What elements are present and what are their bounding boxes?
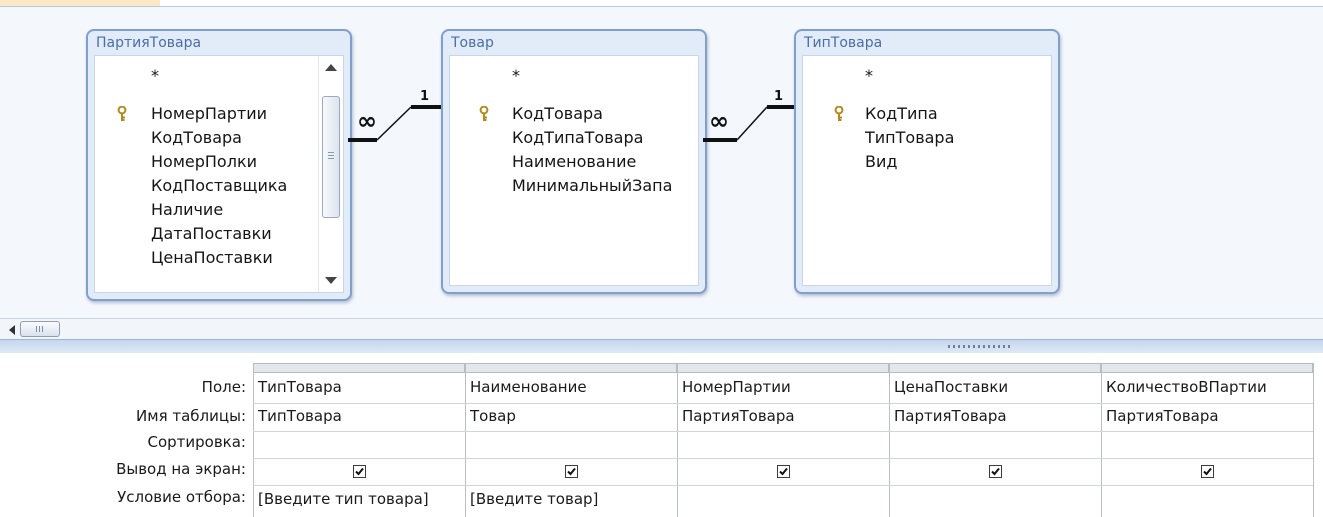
sort-cell[interactable] [894, 434, 1094, 454]
relationship-one-label: 1 [774, 89, 783, 104]
row-label-show: Вывод на экран: [116, 460, 246, 478]
checkmark-icon [1203, 467, 1212, 476]
table-cell[interactable]: ТипТовара [258, 407, 342, 425]
checkmark-icon [991, 467, 1000, 476]
checkmark-icon [779, 467, 788, 476]
checkmark-icon [355, 467, 364, 476]
checkmark-icon [567, 467, 576, 476]
column-selector[interactable] [1101, 363, 1313, 373]
grid-line [889, 363, 890, 517]
sort-cell[interactable] [1106, 434, 1306, 454]
field-cell[interactable]: ЦенаПоставки [894, 378, 1008, 396]
show-checkbox[interactable] [777, 465, 790, 478]
table-cell[interactable]: Товар [470, 407, 516, 425]
sort-cell[interactable] [470, 434, 670, 454]
row-label-sort: Сортировка: [147, 433, 246, 451]
grid-line [253, 363, 254, 517]
row-label-table: Имя таблицы: [136, 407, 246, 425]
column-selector[interactable] [677, 363, 889, 373]
row-label-criteria: Условие отбора: [117, 488, 246, 506]
relationship-partiya-tovar[interactable]: ∞ 1 [348, 89, 441, 142]
grid-line [253, 485, 1313, 486]
field-cell[interactable]: КоличествоВПартии [1106, 378, 1267, 396]
relationship-tovar-tiptovara[interactable]: ∞ 1 [703, 89, 794, 142]
relationship-many-label: ∞ [709, 107, 729, 135]
sort-cell[interactable] [258, 434, 458, 454]
thumb-grip [39, 326, 40, 332]
table-cell[interactable]: ПартияТовара [894, 407, 1007, 425]
splitter-grip[interactable] [948, 345, 1012, 348]
show-checkbox[interactable] [989, 465, 1002, 478]
column-selector[interactable] [889, 363, 1101, 373]
relationship-many-label: ∞ [357, 107, 377, 135]
grid-line [1101, 363, 1102, 517]
column-selector[interactable] [253, 363, 465, 373]
row-label-field: Поле: [201, 378, 246, 396]
scroll-thumb[interactable] [20, 321, 60, 337]
pane-splitter[interactable] [0, 339, 1323, 354]
diagram-horizontal-scrollbar[interactable] [0, 318, 1323, 339]
query-diagram-pane[interactable]: ПартияТовара * НомерПартии КодТовара Ном… [0, 0, 1323, 318]
grid-line [677, 363, 678, 517]
grid-line [253, 458, 1313, 459]
criteria-cell[interactable]: [Введите тип товара] [258, 490, 429, 508]
field-cell[interactable]: Наименование [470, 378, 587, 396]
column-selector[interactable] [465, 363, 677, 373]
relationship-lines: ∞ 1 ∞ 1 [348, 89, 794, 142]
show-checkbox[interactable] [565, 465, 578, 478]
show-checkbox[interactable] [1201, 465, 1214, 478]
field-cell[interactable]: НомерПартии [682, 378, 791, 396]
grid-line [465, 363, 466, 517]
table-cell[interactable]: ПартияТовара [1106, 407, 1219, 425]
thumb-grip [36, 326, 37, 332]
grid-line [1313, 363, 1314, 517]
field-cell[interactable]: ТипТовара [258, 378, 342, 396]
sort-cell[interactable] [682, 434, 882, 454]
criteria-cell[interactable]: [Введите товар] [470, 490, 598, 508]
table-cell[interactable]: ПартияТовара [682, 407, 795, 425]
scroll-left-arrow-icon[interactable] [9, 325, 15, 335]
grid-line [253, 403, 1313, 404]
show-checkbox[interactable] [353, 465, 366, 478]
thumb-grip [42, 326, 43, 332]
grid-line [253, 431, 1313, 432]
relationship-one-label: 1 [420, 89, 429, 104]
